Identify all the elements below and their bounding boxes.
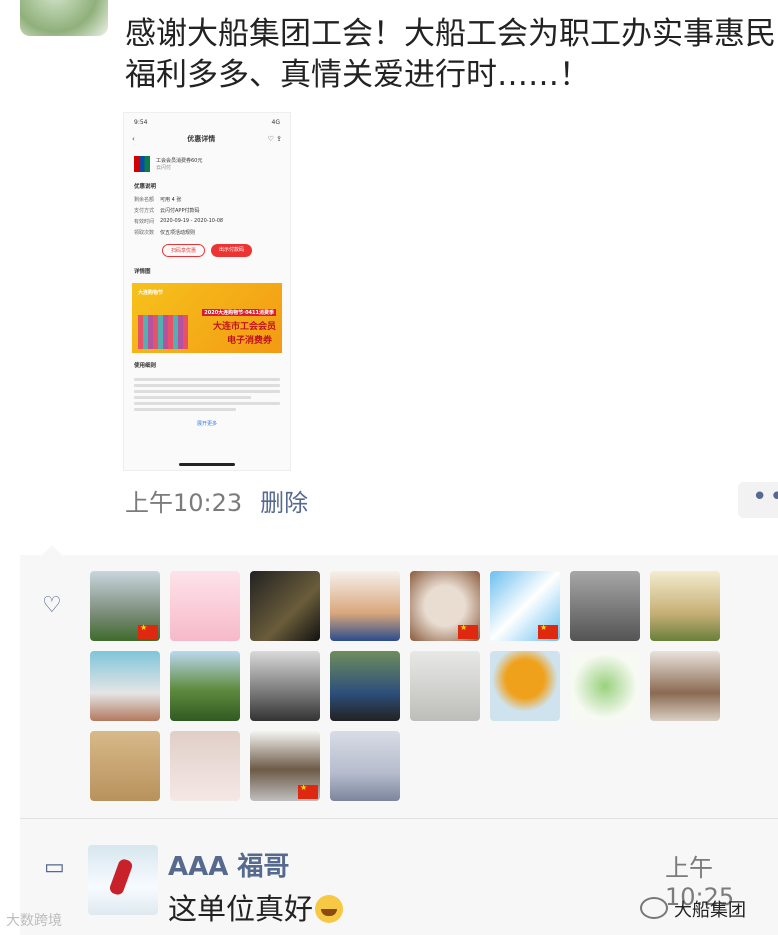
avatar-autumn-tree[interactable] [490,651,560,721]
expand-more: 展开更多 [196,421,217,427]
avatar-seaside-woman[interactable] [330,731,400,801]
home-indicator [179,463,235,466]
emoji-icon [315,895,344,923]
section-rules: 使用细则 [134,363,157,369]
coupon-buttons: 扫码享优惠 出示付款码 [124,238,290,263]
avatar-motorcycle[interactable] [250,651,320,721]
info-row: 有效时间 2020-09-19 - 2020-10-08 [134,218,224,225]
avatar-man-computer[interactable] [330,651,400,721]
avatar-woman-photo[interactable] [570,571,640,641]
poster-event: 2020大连购物节·0411消费季 [202,309,276,316]
poster-line1: 大连市工会会员 [212,322,276,332]
china-flag-icon [298,783,318,799]
avatar-city[interactable] [90,571,160,641]
heart-icon: ♡ [42,593,62,618]
info-row: 支付方式 云闪付APP付款码 [134,208,200,214]
coupon-card: 工会会员消费券60元 云闪付 [124,150,290,178]
status-signal: 4G [271,119,280,126]
status-bar: 9:54 4G [124,113,290,128]
avatar-flower-art[interactable] [570,651,640,721]
section-detail: 详情图 [134,269,151,275]
pay-code-button: 出示付款码 [211,244,253,257]
heart-share-icons: ♡ ⇪ [267,135,282,143]
avatar-house[interactable] [250,731,320,801]
watermark-right: 大船集团 [640,896,746,922]
avatar-car-girl[interactable] [90,651,160,721]
avatar-mountains[interactable] [170,651,240,721]
back-icon: ‹ [132,135,135,143]
unionpay-logo [134,156,150,172]
divider [20,818,778,819]
post-text: 感谢大船集团工会！大船工会为职工办实事惠民福利多多、真情关爱进行时……！ [125,16,776,93]
post-image-screenshot[interactable]: 9:54 4G ‹ 优惠详情 ♡ ⇪ 工会会员消费券60元 云闪付 优惠说明 剩… [123,112,291,471]
voucher-poster: 大连购物节 2020大连购物节·0411消费季 大连市工会会员 电子消费券 [132,283,282,353]
commenter-name[interactable]: AAA 福哥 [168,846,289,883]
comment-icon: ▭ [44,855,65,880]
status-time: 9:54 [134,119,148,126]
delete-link[interactable]: 删除 [260,489,308,517]
likes-avatar-grid [90,571,730,801]
avatar-calligraphy[interactable] [410,571,480,641]
china-flag-icon [458,623,478,639]
commenter-avatar[interactable] [88,845,158,915]
avatar-landscape-text[interactable] [650,571,720,641]
avatar-cartoon-couple[interactable] [170,571,240,641]
post-meta: 上午10:23 删除 [125,483,308,518]
poster-top-text: 大连购物节 [138,290,164,296]
avatar-gold-card[interactable] [250,571,320,641]
china-flag-icon [138,623,158,639]
info-row: 剩余名额 可用 4 张 [134,197,182,203]
section-info: 优惠说明 [134,184,157,190]
wechat-icon [640,897,668,919]
poster-avatar[interactable] [20,0,108,36]
avatar-baby[interactable] [170,731,240,801]
coupon-sub: 云闪付 [156,165,172,171]
avatar-sculpture[interactable] [410,651,480,721]
watermark-left: 大数跨境 [6,913,62,929]
info-row: 领取次数 仅五项活动规则 [134,230,196,236]
more-actions-button[interactable]: •• [738,482,778,518]
avatar-cartoon-boy[interactable] [490,571,560,641]
avatar-shadow-beach[interactable] [90,731,160,801]
rules-text [124,373,290,416]
poster-line2: 电子消费券 [226,336,272,346]
china-flag-icon [538,623,558,639]
nav-title: 优惠详情 [187,135,216,143]
avatar-man-portrait[interactable] [330,571,400,641]
comment-text[interactable]: 这单位真好 [168,886,344,928]
post-time: 上午10:23 [125,489,243,517]
coupon-title: 工会会员消费券60元 [156,158,203,164]
scan-button: 扫码享优惠 [161,244,205,257]
poster-graphic [138,315,188,349]
nav-bar: ‹ 优惠详情 ♡ ⇪ [124,128,290,150]
avatar-gate[interactable] [650,651,720,721]
